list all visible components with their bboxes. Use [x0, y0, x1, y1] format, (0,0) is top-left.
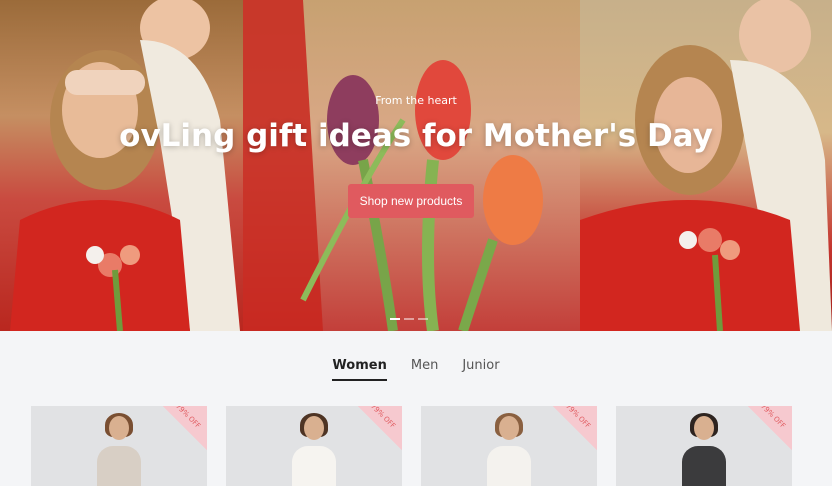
hero-image-left [0, 0, 243, 331]
carousel-dot[interactable] [404, 318, 414, 320]
product-grid: 79% OFF 79% OFF 79% OFF 79% OFF [31, 406, 792, 486]
hero-tagline: From the heart [375, 94, 457, 107]
product-image [91, 413, 147, 486]
product-card[interactable]: 79% OFF [31, 406, 207, 486]
discount-badge: 79% OFF [748, 406, 792, 450]
mother-daughter-photo-2 [580, 0, 832, 331]
hero-image-right [580, 0, 832, 331]
category-tabs: Women Men Junior [0, 358, 832, 381]
hero-title: ovLing gift ideas for Mother's Day [119, 118, 713, 154]
tab-junior[interactable]: Junior [462, 358, 499, 381]
shop-new-products-button[interactable]: Shop new products [348, 184, 474, 218]
carousel-dot[interactable] [418, 318, 428, 320]
product-image [676, 413, 732, 486]
hero-banner: From the heart ovLing gift ideas for Mot… [0, 0, 832, 331]
tab-women[interactable]: Women [332, 358, 387, 381]
product-card[interactable]: 79% OFF [616, 406, 792, 486]
mother-daughter-photo [10, 0, 240, 331]
product-card[interactable]: 79% OFF [226, 406, 402, 486]
product-card[interactable]: 79% OFF [421, 406, 597, 486]
discount-badge: 79% OFF [163, 406, 207, 450]
tulips-photo [243, 0, 543, 331]
discount-badge: 79% OFF [553, 406, 597, 450]
product-image [481, 413, 537, 486]
discount-badge: 79% OFF [358, 406, 402, 450]
tab-men[interactable]: Men [411, 358, 438, 381]
carousel-indicators [390, 318, 428, 320]
product-image [286, 413, 342, 486]
carousel-dot[interactable] [390, 318, 400, 320]
hero-image-middle [243, 0, 580, 331]
